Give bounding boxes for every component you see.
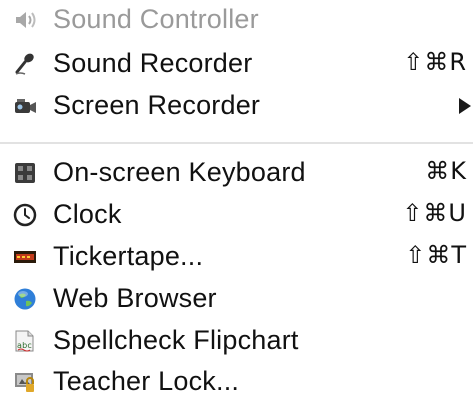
menu-item-label: Spellcheck Flipchart xyxy=(53,325,299,355)
menu-item-label: Screen Recorder xyxy=(53,90,261,120)
menu-item-label: Sound Recorder xyxy=(53,48,253,78)
menu-item-label: Web Browser xyxy=(53,283,217,313)
clock-icon xyxy=(13,203,37,227)
globe-icon xyxy=(13,287,37,311)
keyboard-shortcut: ⌘K xyxy=(425,157,467,185)
menu-item-sound-recorder[interactable]: Sound Recorder ⇧⌘R xyxy=(0,44,473,84)
keyboard-icon xyxy=(13,161,37,185)
menu-item-label: Sound Controller xyxy=(53,4,259,34)
menu-item-teacher-lock[interactable]: Teacher Lock... xyxy=(0,362,473,402)
keyboard-shortcut: ⇧⌘R xyxy=(403,48,467,76)
tools-menu: Sound Controller Sound Recorder ⇧⌘R Scre… xyxy=(0,0,473,402)
menu-item-label: Clock xyxy=(53,199,122,229)
menu-item-label: Tickertape... xyxy=(53,241,204,271)
video-camera-icon xyxy=(13,94,37,118)
submenu-arrow-icon xyxy=(459,98,471,114)
menu-item-tickertape[interactable]: Tickertape... ⇧⌘T xyxy=(0,237,473,277)
menu-separator xyxy=(0,142,473,144)
menu-item-on-screen-keyboard[interactable]: On-screen Keyboard ⌘K xyxy=(0,153,473,193)
svg-text:abc: abc xyxy=(17,341,32,350)
tickertape-icon xyxy=(13,245,37,269)
menu-item-spellcheck-flipchart[interactable]: abc Spellcheck Flipchart xyxy=(0,321,473,361)
menu-item-label: On-screen Keyboard xyxy=(53,157,306,187)
speaker-icon xyxy=(13,8,37,32)
keyboard-shortcut: ⇧⌘U xyxy=(402,199,467,227)
keyboard-shortcut: ⇧⌘T xyxy=(405,241,467,269)
menu-item-clock[interactable]: Clock ⇧⌘U xyxy=(0,195,473,235)
menu-item-screen-recorder[interactable]: Screen Recorder xyxy=(0,86,473,126)
spellcheck-icon: abc xyxy=(13,329,37,353)
menu-item-sound-controller: Sound Controller xyxy=(0,0,473,40)
microphone-icon xyxy=(13,52,37,76)
menu-item-web-browser[interactable]: Web Browser xyxy=(0,279,473,319)
lock-icon xyxy=(13,370,37,394)
menu-item-label: Teacher Lock... xyxy=(53,366,240,396)
